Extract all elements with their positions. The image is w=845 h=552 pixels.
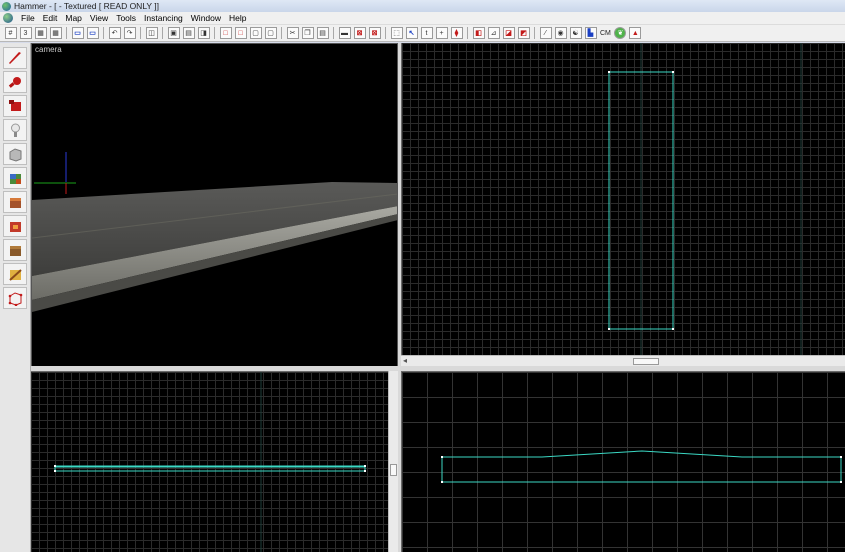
- toggle-helpers-icon[interactable]: ⊠: [368, 27, 381, 39]
- toolbar-separator: [162, 27, 163, 39]
- copy-icon[interactable]: ❐: [301, 27, 314, 39]
- front-view-viewport[interactable]: [31, 371, 388, 552]
- menu-tools[interactable]: Tools: [112, 13, 140, 23]
- selection-arrow-icon: [8, 51, 21, 64]
- hide-icon[interactable]: ◨: [197, 27, 210, 39]
- toolbar-separator: [66, 27, 67, 39]
- clipping-tool-button[interactable]: [3, 263, 27, 285]
- menu-bar: File Edit Map View Tools Instancing Wind…: [0, 12, 845, 25]
- selection-tool-button[interactable]: [3, 47, 27, 69]
- scroll-left-icon[interactable]: ◂: [403, 356, 407, 365]
- toolbar-separator: [103, 27, 104, 39]
- load-window-state-icon[interactable]: ▭: [71, 27, 84, 39]
- block-tool-button[interactable]: [3, 143, 27, 165]
- toolbar-separator: [333, 27, 334, 39]
- camera-tool-button[interactable]: [3, 95, 27, 117]
- menu-instancing[interactable]: Instancing: [140, 13, 187, 23]
- toolbar-separator: [467, 27, 468, 39]
- check-problems-icon[interactable]: ☯: [569, 27, 582, 39]
- toolbar-separator: [214, 27, 215, 39]
- smaller-grid-icon[interactable]: ▦: [34, 27, 47, 39]
- group-icon[interactable]: ▣: [167, 27, 180, 39]
- hide-items-icon[interactable]: ▬: [338, 27, 351, 39]
- ungroup-icon[interactable]: ▤: [182, 27, 195, 39]
- front-view-brush-outline: [54, 372, 366, 552]
- apply-current-texture-button[interactable]: [3, 191, 27, 213]
- vertex-icon: [8, 291, 22, 306]
- top-view-brush-outline: [608, 43, 802, 355]
- menu-view[interactable]: View: [86, 13, 112, 23]
- radius-culling-icon[interactable]: ⧫: [450, 27, 463, 39]
- toolbar-separator: [140, 27, 141, 39]
- decal-tool-button[interactable]: [3, 215, 27, 237]
- scrollbar-thumb[interactable]: [633, 358, 659, 365]
- side-view-brush-outline: [441, 450, 842, 483]
- camera-icon: [8, 99, 21, 111]
- title-bar: Hammer - [ - Textured [ READ ONLY ]]: [0, 0, 845, 12]
- menu-map[interactable]: Map: [61, 13, 86, 23]
- clipping-icon: [8, 268, 22, 281]
- decal-icon: [9, 221, 21, 232]
- run-map-icon[interactable]: ▙: [584, 27, 597, 39]
- align-icon[interactable]: ⊿: [487, 27, 500, 39]
- main-toolbar: # 3 ▦ ▦ ▭ ▭ ↶ ↷ ◫ ▣ ▤ ◨ □ □ ▢ ▢ ✂ ❐ ▤ ▬ …: [0, 25, 845, 42]
- paste-icon[interactable]: ▤: [316, 27, 329, 39]
- texture-scale-lock-icon[interactable]: t: [420, 27, 433, 39]
- transform-icon[interactable]: ⁄: [539, 27, 552, 39]
- entity-lightbulb-icon: [10, 123, 20, 137]
- side-view-viewport[interactable]: [401, 371, 845, 552]
- cordon-icon[interactable]: ▢: [249, 27, 262, 39]
- texture-lock-icon[interactable]: ↖: [405, 27, 418, 39]
- 3d-grid-icon[interactable]: 3: [19, 27, 32, 39]
- apply-texture-icon: [9, 197, 21, 208]
- carve-icon[interactable]: ◫: [145, 27, 158, 39]
- road-3d-render: [32, 152, 397, 312]
- cut-icon[interactable]: ✂: [286, 27, 299, 39]
- cubemap-label[interactable]: CM: [600, 30, 611, 37]
- top-view-horizontal-scrollbar[interactable]: ◂: [401, 355, 845, 366]
- scrollbar-thumb[interactable]: [390, 464, 397, 476]
- menu-window[interactable]: Window: [187, 13, 225, 23]
- selection-bounds-icon[interactable]: ⬚: [390, 27, 403, 39]
- entity-tool-button[interactable]: [3, 119, 27, 141]
- entity-report-icon[interactable]: ◉: [554, 27, 567, 39]
- toolbar-separator: [534, 27, 535, 39]
- align-bottom-icon[interactable]: ◩: [517, 27, 530, 39]
- ignore-groups-icon[interactable]: ▢: [264, 27, 277, 39]
- texture-application-tool-button[interactable]: [3, 167, 27, 189]
- tool-palette: [0, 43, 31, 552]
- redo-icon[interactable]: ↷: [123, 27, 136, 39]
- toolbar-separator: [281, 27, 282, 39]
- window-title: Hammer - [ - Textured [ READ ONLY ]]: [14, 1, 160, 11]
- align-right-icon[interactable]: ◪: [502, 27, 515, 39]
- camera-viewport[interactable]: camera: [31, 43, 398, 368]
- larger-grid-icon[interactable]: ▦: [49, 27, 62, 39]
- to-world-icon[interactable]: □: [219, 27, 232, 39]
- magnify-tool-button[interactable]: [3, 71, 27, 93]
- top-view-viewport[interactable]: [401, 43, 845, 355]
- toolbar-separator: [385, 27, 386, 39]
- leaf-icon[interactable]: ❦: [614, 27, 627, 39]
- vertex-snap-icon[interactable]: +: [435, 27, 448, 39]
- front-view-vertical-scrollbar[interactable]: [388, 371, 398, 552]
- run-vrad-icon[interactable]: ▲: [629, 27, 642, 39]
- magnify-icon: [8, 76, 21, 88]
- grid-toggle-icon[interactable]: #: [4, 27, 17, 39]
- flip-horizontal-icon[interactable]: ◧: [472, 27, 485, 39]
- texture-application-icon: [9, 173, 21, 184]
- block-icon: [9, 147, 21, 162]
- vertex-tool-button[interactable]: [3, 287, 27, 309]
- menu-file[interactable]: File: [17, 13, 39, 23]
- save-window-state-icon[interactable]: ▭: [86, 27, 99, 39]
- menu-edit[interactable]: Edit: [39, 13, 62, 23]
- undo-icon[interactable]: ↶: [108, 27, 121, 39]
- document-icon[interactable]: [3, 13, 13, 23]
- overlay-icon: [9, 245, 21, 256]
- to-entity-icon[interactable]: □: [234, 27, 247, 39]
- menu-help[interactable]: Help: [225, 13, 250, 23]
- overlay-tool-button[interactable]: [3, 239, 27, 261]
- show-items-icon[interactable]: ⊠: [353, 27, 366, 39]
- hammer-app-icon: [2, 1, 11, 11]
